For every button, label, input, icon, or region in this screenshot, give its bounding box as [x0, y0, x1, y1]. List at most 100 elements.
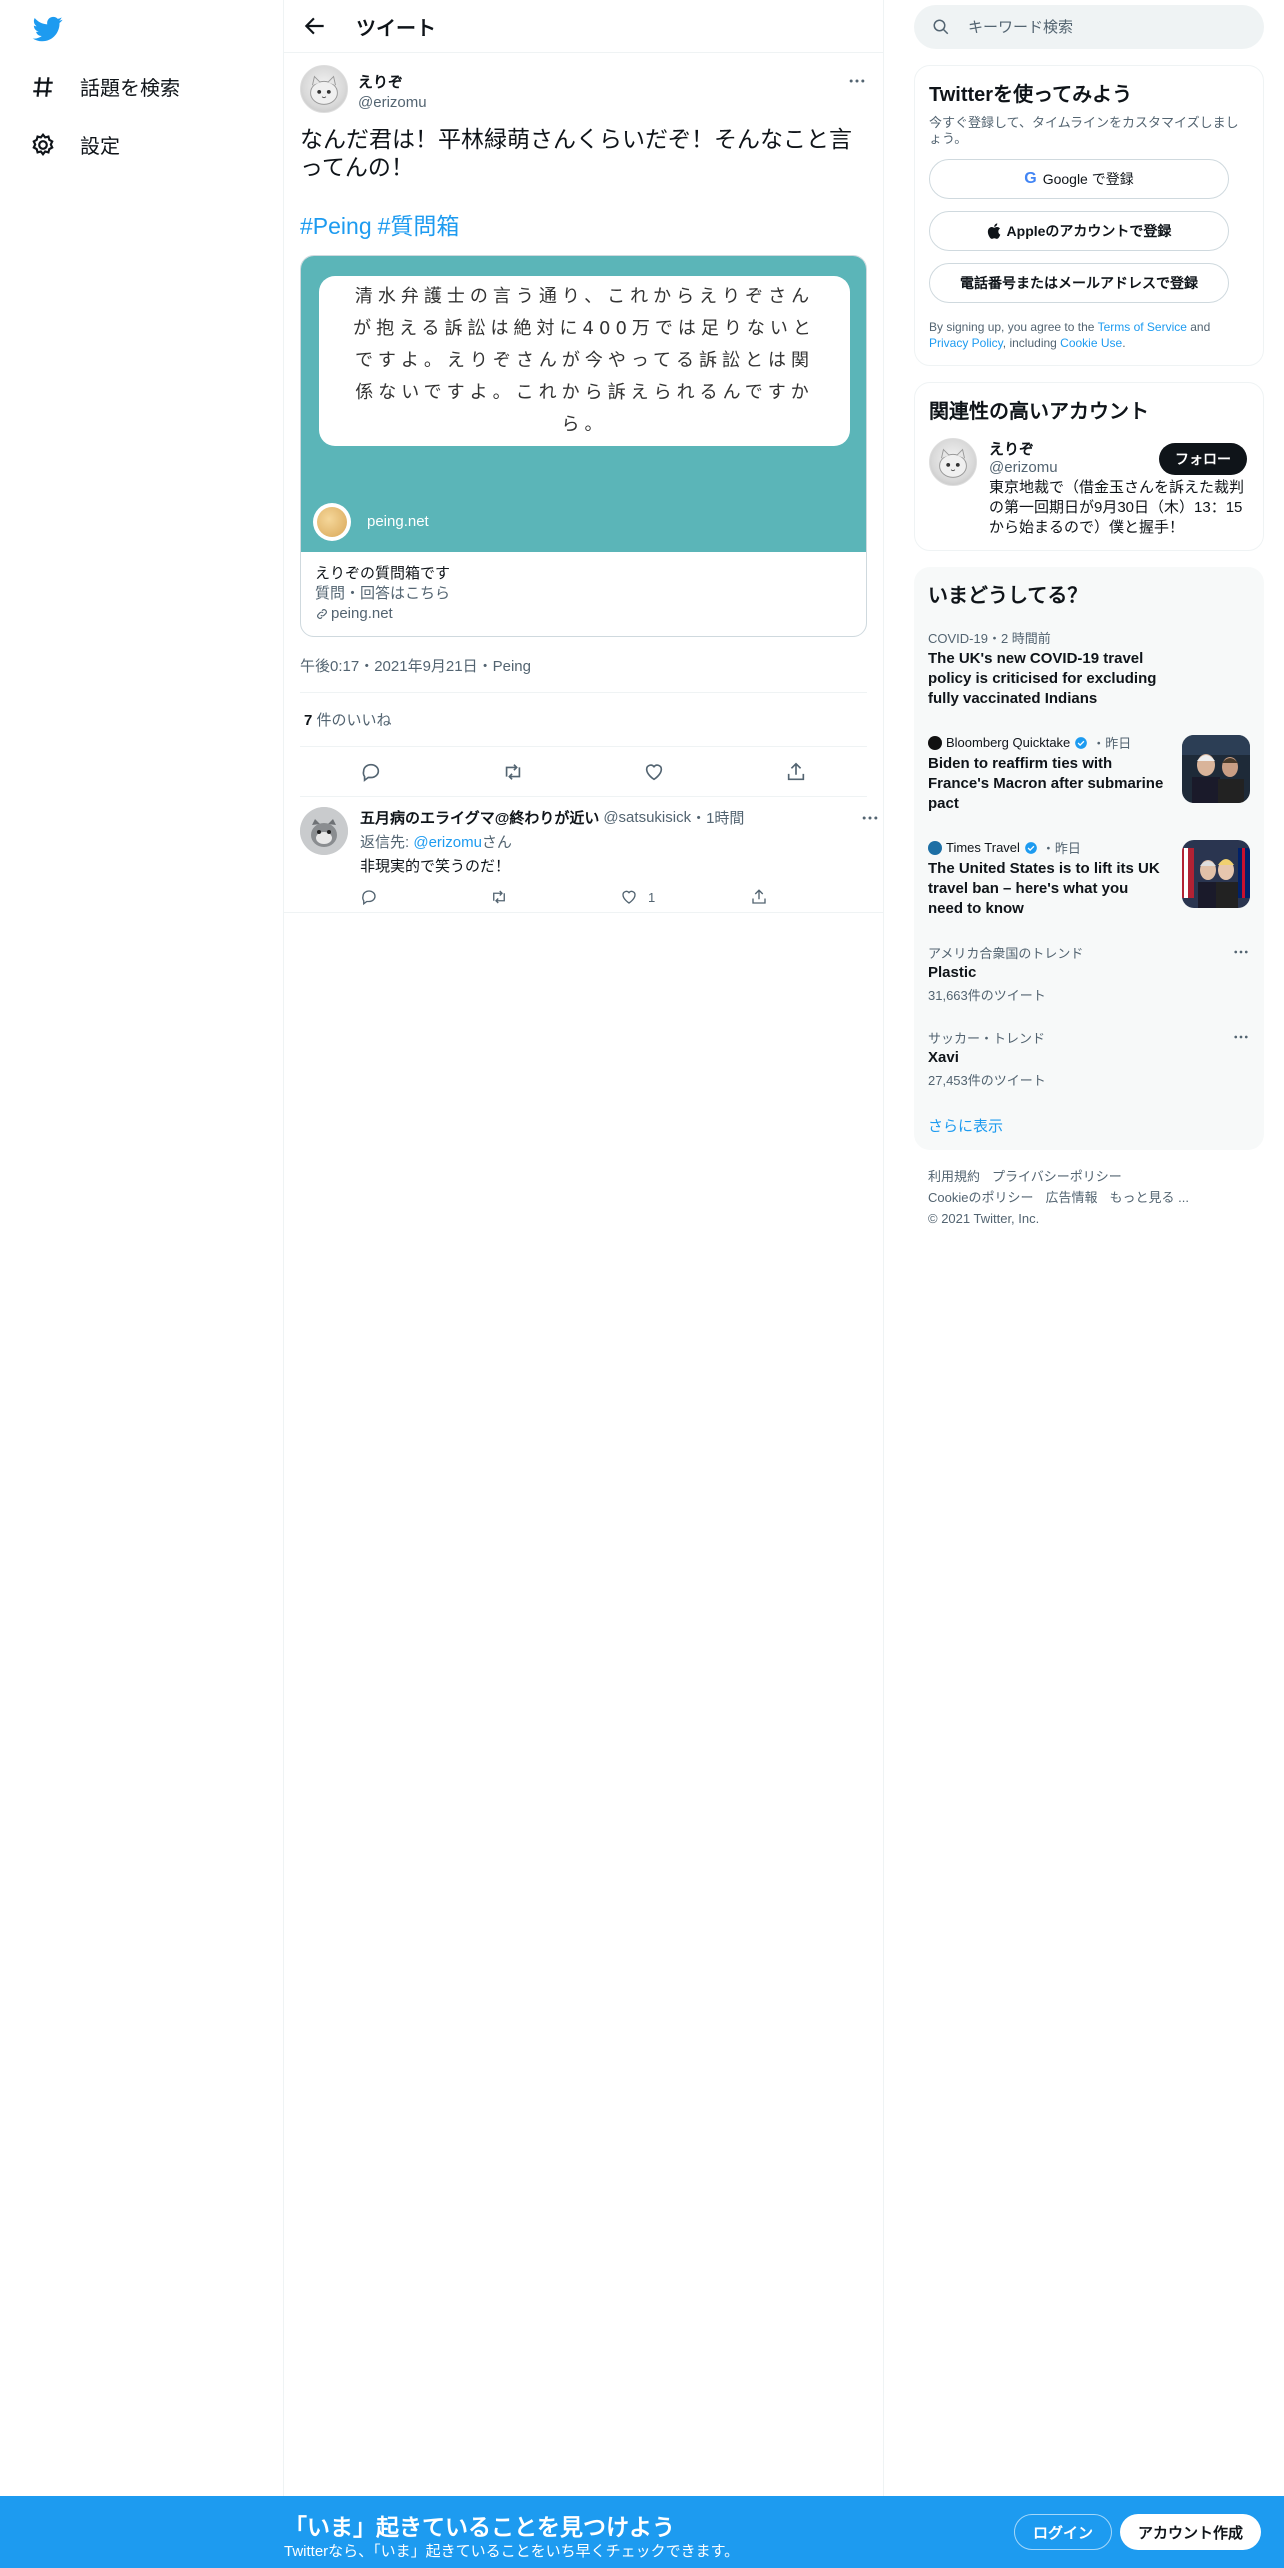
hashtag-link[interactable]: #質問箱: [378, 213, 460, 239]
times-travel-source-icon: [928, 840, 942, 855]
retweet-icon[interactable]: [502, 761, 524, 783]
terms-link[interactable]: Terms of Service: [1098, 320, 1187, 334]
footer-privacy-link[interactable]: プライバシーポリシー: [992, 1169, 1122, 1184]
search-input[interactable]: [968, 18, 1228, 36]
reply-time[interactable]: ・1時間: [691, 807, 744, 828]
right-sidebar: Twitterを使ってみよう 今すぐ登録して、タイムラインをカスタマイズしましょ…: [914, 0, 1264, 1229]
trend-time: ・昨日: [1092, 736, 1132, 751]
tweet-author: えりぞ @erizomu: [300, 65, 867, 113]
show-more-link[interactable]: さらに表示: [914, 1101, 1264, 1150]
reply-tweet[interactable]: 五月病のエライグマ@終わりが近い @satsukisick ・1時間 返信先: …: [284, 797, 883, 913]
trends-box: いまどうしてる？ COVID-19・2 時間前 The UK's new COV…: [914, 567, 1264, 1150]
footer-terms-link[interactable]: 利用規約: [928, 1169, 980, 1184]
tweet-actions: [300, 747, 867, 797]
replying-handle-link[interactable]: @erizomu: [413, 834, 482, 851]
reply-icon[interactable]: [360, 761, 382, 783]
tweet-timestamp[interactable]: 午後0:17・2021年9月21日・Peing: [300, 655, 867, 693]
trend-time: ・昨日: [1041, 841, 1081, 856]
trend-item[interactable]: サッカー・トレンド Xavi 27,453件のツイート: [914, 1016, 1264, 1101]
card-meta: えりぞの質問箱です 質問・回答はこちら peing.net: [301, 552, 866, 636]
hashtag-icon: [33, 76, 53, 97]
related-bio: 東京地裁で（借金玉さんを訴えた裁判の第一回期日が9月30日（木）13：15から始…: [989, 479, 1245, 536]
signup-box: Twitterを使ってみよう 今すぐ登録して、タイムラインをカスタマイズしましょ…: [914, 65, 1264, 366]
more-icon[interactable]: [1232, 943, 1250, 961]
legal-text: , including: [1002, 336, 1061, 350]
card-domain-text: peing.net: [331, 605, 393, 622]
trend-item[interactable]: アメリカ合衆国のトレンド Plastic 31,663件のツイート: [914, 931, 1264, 1016]
heart-icon[interactable]: [643, 761, 665, 783]
trend-meta: COVID-19・2 時間前: [928, 631, 1051, 646]
bloomberg-source-icon: [928, 735, 942, 750]
phone-email-signup-button[interactable]: 電話番号またはメールアドレスで登録: [929, 263, 1229, 303]
author-handle[interactable]: @erizomu: [358, 94, 427, 111]
follow-button[interactable]: フォロー: [1159, 443, 1247, 475]
legal-text: .: [1122, 336, 1126, 350]
google-icon: G: [1024, 170, 1037, 187]
nav-explore[interactable]: 話題を検索: [30, 72, 180, 101]
reply-text: 非現実的で笑うのだ！: [360, 858, 511, 875]
verified-badge-icon: [1025, 841, 1037, 854]
more-icon[interactable]: [1232, 1028, 1250, 1046]
trend-source: Times Travel: [946, 840, 1020, 855]
hashtags: #Peing #質問箱: [300, 207, 867, 241]
nav-settings[interactable]: 設定: [30, 130, 120, 159]
cookie-link[interactable]: Cookie Use: [1060, 336, 1122, 350]
google-signup-button[interactable]: G Google で登録: [929, 159, 1229, 199]
signup-subtitle: 今すぐ登録して、タイムラインをカスタマイズしましょう。: [929, 115, 1239, 146]
trend-meta: サッカー・トレンド: [928, 1031, 1046, 1046]
copyright: © 2021 Twitter, Inc.: [928, 1211, 1040, 1226]
related-account[interactable]: えりぞ @erizomu 東京地裁で（借金玉さんを訴えた裁判の第一回期日が9月3…: [929, 438, 1249, 538]
trend-item[interactable]: Bloomberg Quicktake ・昨日 Biden to reaffir…: [914, 721, 1264, 826]
more-icon[interactable]: [860, 808, 880, 828]
footer-more-link[interactable]: もっと見る ...: [1109, 1190, 1188, 1205]
card-domain: peing.net: [315, 604, 852, 624]
hashtag-link[interactable]: #Peing: [300, 213, 372, 239]
trend-item[interactable]: Times Travel ・昨日 The United States is to…: [914, 826, 1264, 931]
reply-icon[interactable]: [360, 888, 378, 906]
tweet-text: なんだ君は！平林緑萌さんくらいだぞ！そんなこと言ってんの！: [300, 126, 852, 180]
signup-legal: By signing up, you agree to the Terms of…: [929, 319, 1251, 351]
gear-icon: [32, 132, 54, 156]
google-signup-label: Google で登録: [1042, 171, 1134, 187]
apple-icon: [987, 223, 1000, 239]
trends-title: いまどうしてる？: [928, 585, 1088, 607]
heart-icon[interactable]: [620, 888, 638, 906]
retweet-icon[interactable]: [490, 888, 508, 906]
share-icon[interactable]: [750, 888, 768, 906]
footer-cookie-link[interactable]: Cookieのポリシー: [928, 1190, 1033, 1205]
more-icon[interactable]: [847, 71, 867, 91]
avatar[interactable]: [300, 65, 348, 113]
replying-prefix: 返信先:: [360, 834, 414, 851]
create-account-button[interactable]: アカウント作成: [1120, 2514, 1262, 2550]
trend-item[interactable]: COVID-19・2 時間前 The UK's new COVID-19 tra…: [914, 616, 1264, 721]
card-image: 清水弁護士の言う通り、これからえりぞさんが抱える訴訟は絶対に400万では足りない…: [301, 256, 866, 552]
reply-author-handle[interactable]: @satsukisick: [603, 809, 691, 826]
phone-signup-label: 電話番号またはメールアドレスで登録: [960, 275, 1198, 291]
login-button[interactable]: ログイン: [1014, 2514, 1113, 2550]
left-nav: 話題を検索 設定: [0, 0, 284, 2568]
twitter-logo-icon[interactable]: [30, 14, 66, 44]
card-question-text: 清水弁護士の言う通り、これからえりぞさんが抱える訴訟は絶対に400万では足りない…: [353, 286, 816, 435]
trend-source: Bloomberg Quicktake: [946, 735, 1071, 750]
replying-suffix: さん: [481, 834, 512, 851]
link-card[interactable]: 清水弁護士の言う通り、これからえりぞさんが抱える訴訟は絶対に400万では足りない…: [300, 255, 867, 637]
privacy-link[interactable]: Privacy Policy: [929, 336, 1003, 350]
search-bar[interactable]: [914, 5, 1264, 49]
card-image-site: peing.net: [367, 513, 429, 530]
footer-ads-link[interactable]: 広告情報: [1045, 1190, 1097, 1205]
verified-badge-icon: [1075, 736, 1088, 749]
avatar[interactable]: [929, 438, 977, 486]
likes-count[interactable]: 7 件のいいね: [300, 693, 867, 747]
trend-headline: The United States is to lift its UK trav…: [928, 860, 1160, 917]
nav-settings-label: 設定: [80, 136, 120, 158]
share-icon[interactable]: [785, 761, 807, 783]
trend-thumbnail: [1182, 840, 1250, 908]
search-icon: [933, 19, 949, 35]
author-name[interactable]: えりぞ: [358, 71, 427, 92]
bottom-signup-bar: 「いま」起きていることを見つけよう Twitterなら、「いま」起きていることを…: [0, 2496, 1284, 2568]
main-tweet: えりぞ @erizomu なんだ君は！平林緑萌さんくらいだぞ！そんなこと言ってん…: [284, 53, 883, 797]
apple-signup-button[interactable]: Appleのアカウントで登録: [929, 211, 1229, 251]
reply-author-name[interactable]: 五月病のエライグマ@終わりが近い: [360, 807, 599, 828]
back-arrow-icon[interactable]: [302, 13, 328, 39]
reply-avatar[interactable]: [300, 807, 348, 855]
